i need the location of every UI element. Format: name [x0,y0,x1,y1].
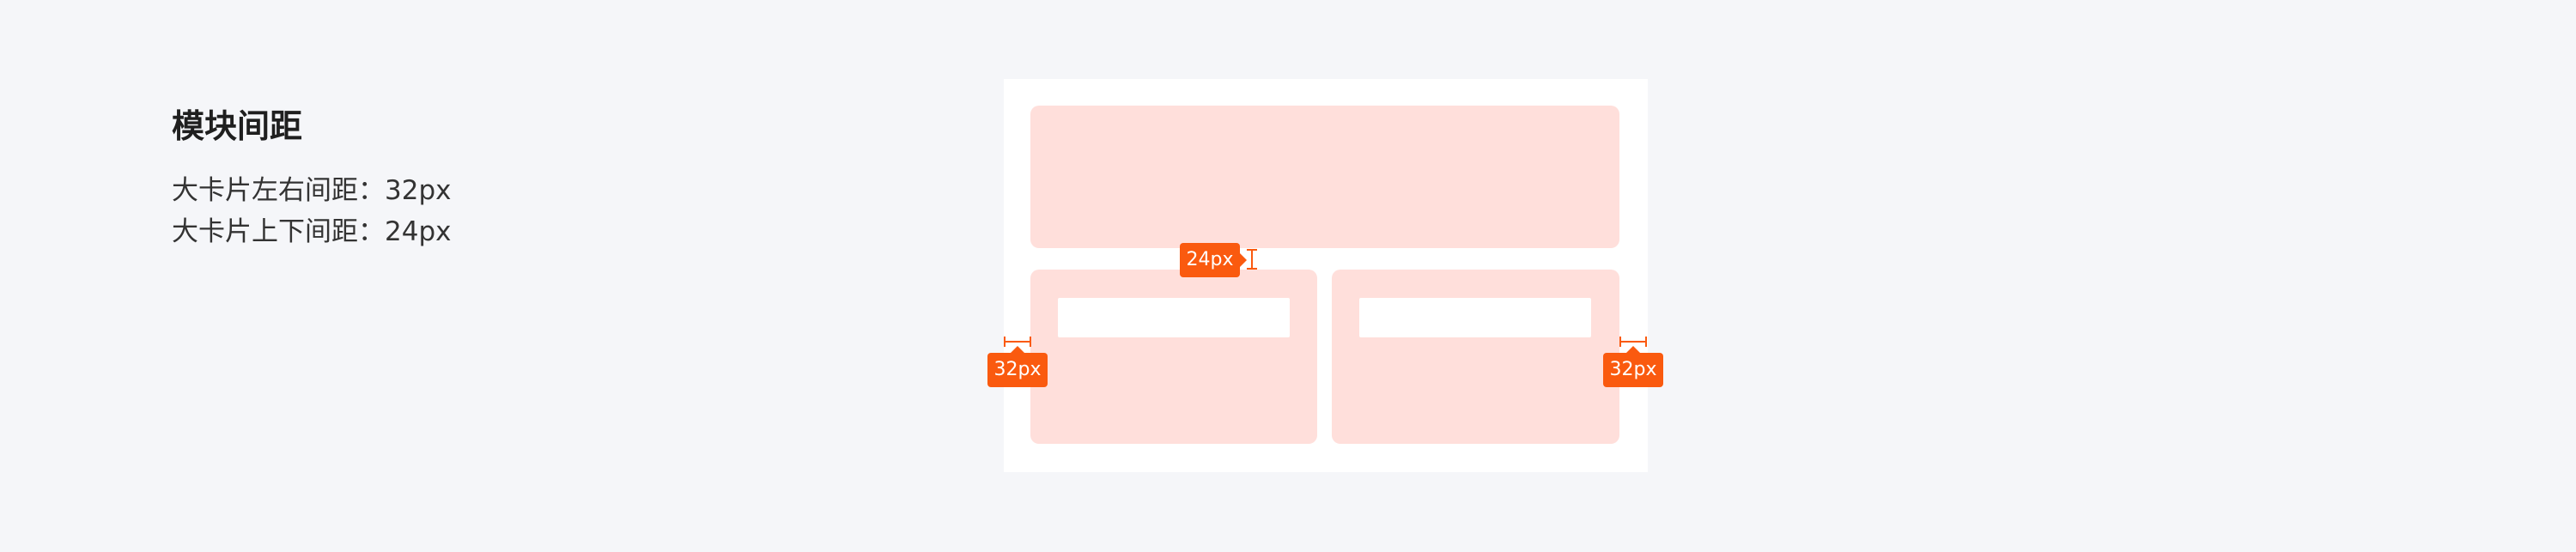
left-margin-marker-right-cap [1030,337,1031,347]
right-margin-marker-right-cap [1645,337,1647,347]
bottom-right-card-bar [1359,298,1591,337]
vertical-gap-marker-bottom-cap [1247,268,1257,270]
vertical-gap-marker [1251,250,1253,270]
left-margin-label: 32px [987,346,1048,387]
left-margin-marker [1004,341,1030,343]
horizontal-spacing-spec: 大卡片左右间距：32px [172,175,452,206]
top-large-card [1030,106,1619,248]
bottom-right-card [1332,270,1619,444]
right-margin-marker [1619,341,1646,343]
vertical-gap-label: 24px [1180,243,1247,277]
section-title: 模块间距 [172,107,303,145]
right-margin-label: 32px [1603,346,1663,387]
vertical-gap-marker-top-cap [1247,249,1257,251]
bottom-left-card-bar [1058,298,1290,337]
bottom-left-card [1030,270,1317,444]
left-margin-marker-left-cap [1004,337,1005,347]
vertical-spacing-spec: 大卡片上下间距：24px [172,216,452,247]
right-margin-marker-left-cap [1619,337,1621,347]
